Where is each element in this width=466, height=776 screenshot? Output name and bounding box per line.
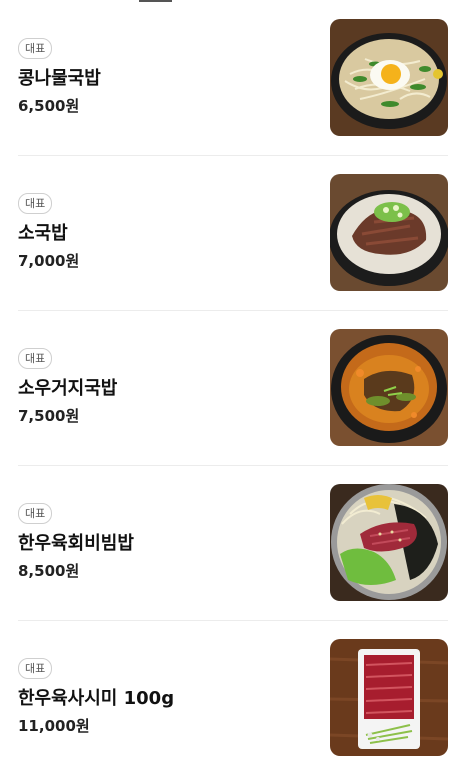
signature-badge: 대표 — [18, 348, 53, 369]
signature-badge: 대표 — [18, 658, 53, 679]
signature-badge: 대표 — [18, 38, 53, 59]
menu-item-name: 소국밥 — [18, 223, 68, 244]
menu-item-price: 7,500원 — [18, 407, 80, 425]
menu-item[interactable]: 대표 소우거지국밥 7,500원 — [0, 310, 466, 465]
cabbage-beef-soup-photo[interactable] — [330, 329, 448, 446]
menu-item-price: 11,000원 — [18, 717, 90, 735]
menu-item-price: 6,500원 — [18, 97, 80, 115]
menu-item[interactable]: 대표 콩나물국밥 6,500원 — [0, 0, 466, 155]
bean-sprout-soup-photo[interactable] — [330, 19, 448, 136]
beef-soup-photo[interactable] — [330, 174, 448, 291]
menu-item[interactable]: 대표 한우육사시미 100g 11,000원 — [0, 620, 466, 775]
menu-item[interactable]: 대표 소국밥 7,000원 — [0, 155, 466, 310]
menu-item-price: 7,000원 — [18, 252, 80, 270]
signature-badge: 대표 — [18, 503, 53, 524]
beef-tartare-bibimbap-photo[interactable] — [330, 484, 448, 601]
menu-item-name: 콩나물국밥 — [18, 68, 101, 89]
menu-item-name: 한우육회비빔밥 — [18, 533, 134, 554]
menu-item-name: 소우거지국밥 — [18, 378, 118, 399]
beef-sashimi-photo[interactable] — [330, 639, 448, 756]
signature-badge: 대표 — [18, 193, 53, 214]
menu-item-price: 8,500원 — [18, 562, 80, 580]
menu-item[interactable]: 대표 한우육회비빔밥 8,500원 — [0, 465, 466, 620]
menu-item-name: 한우육사시미 100g — [18, 688, 175, 709]
